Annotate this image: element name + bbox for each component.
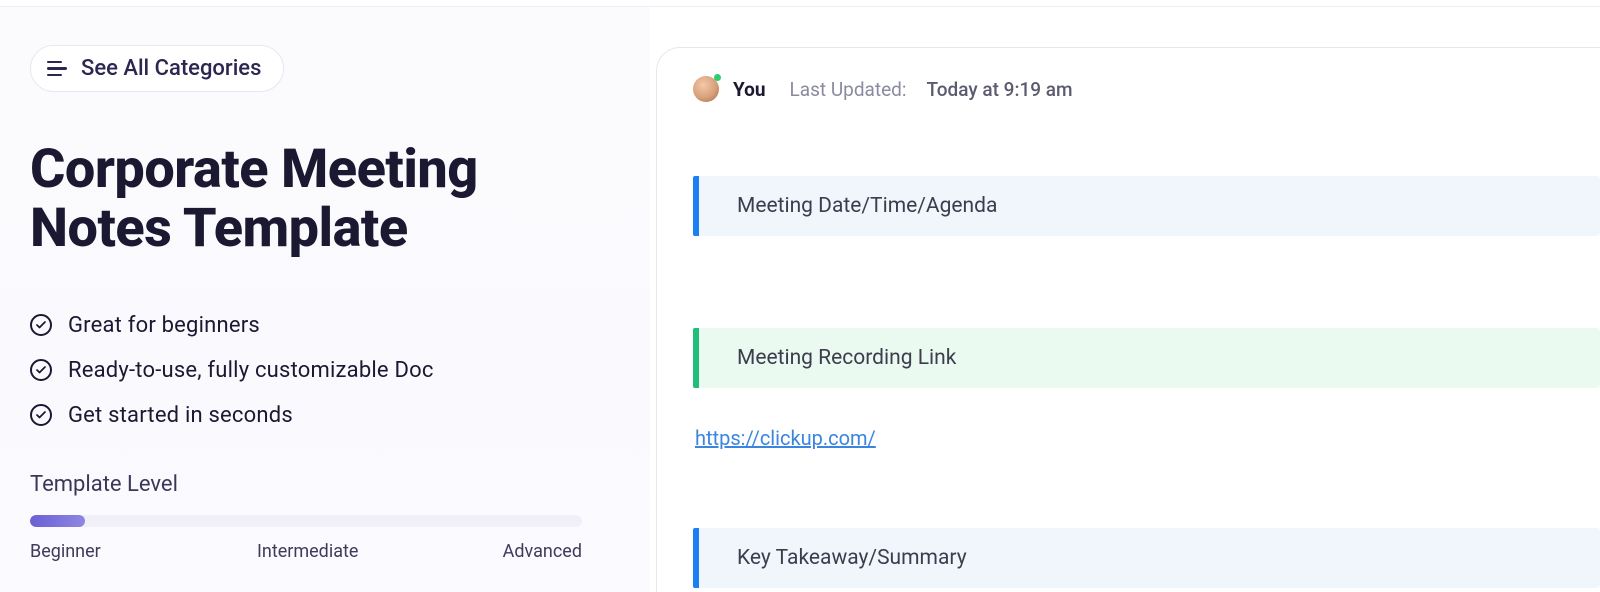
presence-indicator-icon [714,74,721,81]
callout-text: Key Takeaway/Summary [737,546,967,570]
template-level-track [30,515,582,527]
menu-icon [47,61,67,76]
check-icon [30,404,52,426]
avatar [693,76,719,102]
check-icon [30,359,52,381]
level-tick-intermediate: Intermediate [257,541,358,562]
template-level-fill [30,515,85,527]
benefit-item: Great for beginners [30,313,620,338]
level-tick-advanced: Advanced [503,541,582,562]
template-level-ticks: Beginner Intermediate Advanced [30,541,582,562]
left-panel: See All Categories Corporate Meeting Not… [0,7,650,592]
benefits-list: Great for beginners Ready-to-use, fully … [30,313,620,428]
see-all-categories-button[interactable]: See All Categories [30,45,284,92]
author-name: You [733,78,766,101]
page-container: See All Categories Corporate Meeting Not… [0,0,1600,592]
callout-agenda[interactable]: Meeting Date/Time/Agenda [693,176,1600,236]
document-preview-card: You Last Updated: Today at 9:19 am Meeti… [656,47,1600,592]
last-updated-time: Today at 9:19 am [926,78,1072,101]
last-updated-label: Last Updated: [790,78,907,101]
benefit-item: Ready-to-use, fully customizable Doc [30,358,620,383]
benefit-item: Get started in seconds [30,403,620,428]
categories-label: See All Categories [81,56,261,81]
document-header: You Last Updated: Today at 9:19 am [693,76,1600,102]
callout-text: Meeting Date/Time/Agenda [737,194,997,218]
recording-link[interactable]: https://clickup.com/ [695,426,876,450]
level-tick-beginner: Beginner [30,541,101,562]
callout-recording[interactable]: Meeting Recording Link [693,328,1600,388]
template-level-label: Template Level [30,472,620,497]
check-icon [30,314,52,336]
benefit-text: Great for beginners [68,313,260,338]
callout-summary[interactable]: Key Takeaway/Summary [693,528,1600,588]
benefit-text: Get started in seconds [68,403,293,428]
right-panel: You Last Updated: Today at 9:19 am Meeti… [650,7,1600,592]
page-title: Corporate Meeting Notes Template [30,140,620,259]
document-blocks: Meeting Date/Time/Agenda Meeting Recordi… [693,176,1600,588]
benefit-text: Ready-to-use, fully customizable Doc [68,358,434,383]
callout-text: Meeting Recording Link [737,346,956,370]
